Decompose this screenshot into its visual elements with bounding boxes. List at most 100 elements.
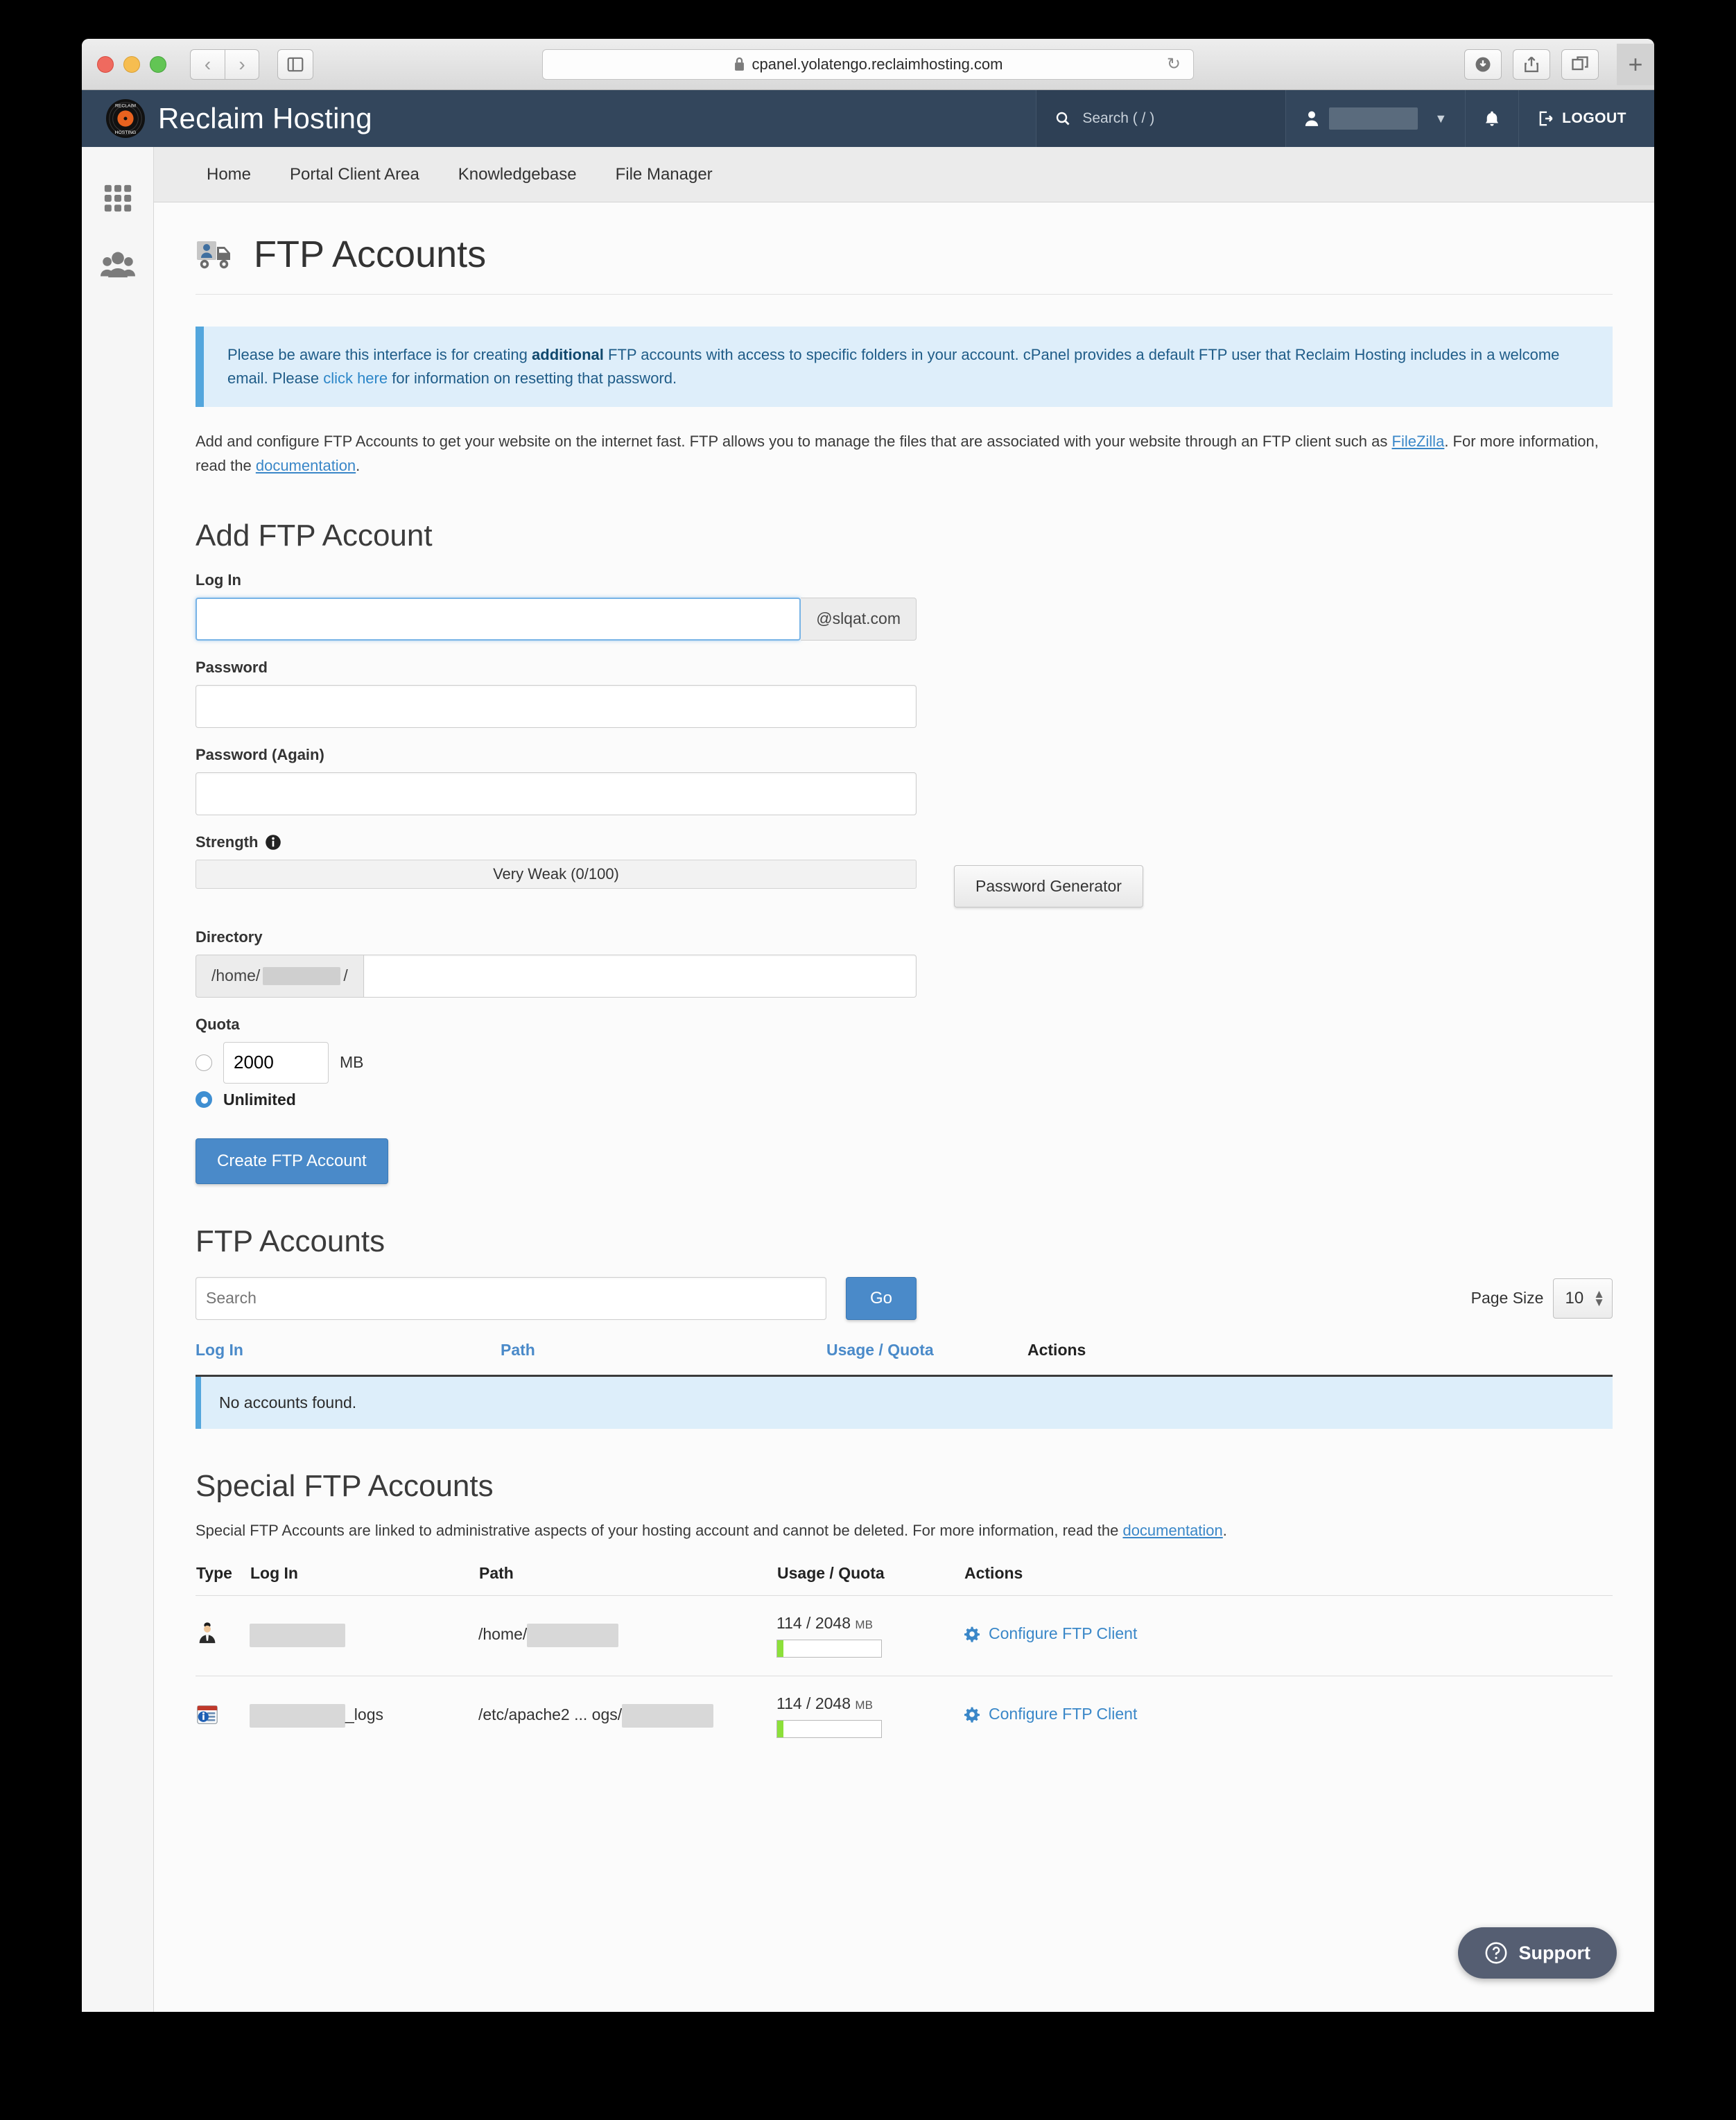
user-menu[interactable]: ▼ — [1285, 90, 1465, 147]
directory-prefix: /home/ / — [196, 954, 363, 998]
special-description: Special FTP Accounts are linked to admin… — [196, 1522, 1613, 1540]
lead-text-1: Add and configure FTP Accounts to get yo… — [196, 433, 1392, 451]
col-path[interactable]: Path — [501, 1341, 826, 1376]
primary-nav: Home Portal Client Area Knowledgebase Fi… — [82, 147, 1654, 202]
row-type-cell — [196, 1595, 250, 1676]
address-bar[interactable]: cpanel.yolatengo.reclaimhosting.com ↻ — [542, 49, 1194, 80]
table-row: _logs /etc/apache2 ... ogs/ 114 / 2048 M… — [196, 1675, 1613, 1756]
notifications-button[interactable] — [1465, 90, 1518, 147]
bell-icon — [1486, 111, 1499, 126]
quota-number-radio[interactable] — [196, 1054, 212, 1071]
logs-calendar-icon — [197, 1705, 218, 1724]
table-header-row: Log In Path Usage / Quota Actions — [196, 1341, 1613, 1376]
row-actions-cell: Configure FTP Client — [964, 1675, 1613, 1756]
support-label: Support — [1518, 1942, 1590, 1963]
row-usage-value: 114 / 2048 — [776, 1694, 851, 1712]
special-table-header-row: Type Log In Path Usage / Quota Actions — [196, 1563, 1613, 1596]
row-login-cell: _logs — [250, 1675, 478, 1756]
password-input[interactable] — [196, 684, 917, 728]
login-input[interactable] — [196, 597, 801, 641]
maximize-window-button[interactable] — [150, 55, 166, 73]
row-login-redacted — [250, 1704, 345, 1728]
browser-window: ‹ › cpanel.yolatengo.reclaimhosting.com … — [82, 39, 1654, 2012]
page-title: FTP Accounts — [196, 202, 1613, 295]
lead-text-3: . — [356, 457, 361, 475]
row-usage-fill — [777, 1720, 783, 1737]
reclaim-hosting-logo-icon: RECLAIM HOSTING — [105, 98, 146, 139]
accounts-search-go-button[interactable]: Go — [846, 1276, 917, 1320]
svg-text:HOSTING: HOSTING — [115, 130, 137, 135]
directory-input[interactable] — [363, 954, 917, 998]
row-usage-bar — [776, 1719, 882, 1738]
page-size-value: 10 — [1565, 1288, 1584, 1307]
special-documentation-link[interactable]: documentation — [1122, 1522, 1222, 1539]
share-icon — [1525, 56, 1538, 72]
login-domain-suffix: @slqat.com — [801, 597, 917, 641]
quota-unlimited-radio[interactable] — [196, 1091, 212, 1109]
share-button[interactable] — [1513, 49, 1550, 80]
page-size-stepper[interactable]: 10 ▲ ▼ — [1553, 1278, 1613, 1319]
row-path-prefix: /home/ — [478, 1625, 528, 1644]
accounts-empty-message: No accounts found. — [196, 1376, 1613, 1429]
gear-icon — [964, 1707, 980, 1723]
configure-ftp-client-label: Configure FTP Client — [989, 1705, 1138, 1723]
header-search[interactable]: Search ( / ) — [1036, 90, 1286, 147]
nav-item-home[interactable]: Home — [207, 165, 251, 184]
user-icon — [1305, 111, 1319, 126]
row-path-cell: /home/ — [478, 1595, 776, 1676]
rail-item-apps[interactable] — [82, 165, 153, 232]
info-icon[interactable] — [265, 834, 281, 851]
users-icon — [100, 252, 135, 278]
notice-click-here-link[interactable]: click here — [323, 370, 388, 387]
col-login[interactable]: Log In — [196, 1341, 501, 1376]
brand[interactable]: RECLAIM HOSTING Reclaim Hosting — [82, 98, 372, 139]
table-row: /home/ 114 / 2048 MB Configure FTP Clien… — [196, 1595, 1613, 1676]
nav-item-portal-client-area[interactable]: Portal Client Area — [290, 165, 419, 184]
user-account-icon — [199, 1622, 216, 1644]
filezilla-link[interactable]: FileZilla — [1392, 433, 1445, 450]
notice-bold: additional — [532, 346, 604, 363]
back-button[interactable]: ‹ — [190, 49, 225, 80]
col-usage-quota[interactable]: Usage / Quota — [826, 1341, 1027, 1376]
directory-prefix-home: /home/ — [211, 966, 261, 985]
info-notice: Please be aware this interface is for cr… — [196, 327, 1613, 408]
apps-grid-icon — [104, 184, 131, 212]
close-window-button[interactable] — [97, 55, 114, 73]
show-tabs-button[interactable] — [1561, 49, 1599, 80]
new-tab-button[interactable]: + — [1617, 43, 1654, 85]
configure-ftp-client-link[interactable]: Configure FTP Client — [964, 1705, 1137, 1723]
sidebar-toggle-button[interactable] — [277, 49, 313, 80]
row-usage-cell: 114 / 2048 MB — [776, 1675, 964, 1756]
question-circle-icon — [1485, 1942, 1507, 1964]
documentation-link[interactable]: documentation — [256, 457, 356, 474]
accounts-search-input[interactable] — [196, 1276, 826, 1320]
chevron-down-icon: ▼ — [1434, 111, 1448, 125]
downloads-button[interactable] — [1464, 49, 1502, 80]
quota-number-input[interactable] — [223, 1041, 329, 1084]
password-generator-button[interactable]: Password Generator — [954, 864, 1143, 907]
special-ftp-accounts-table: Type Log In Path Usage / Quota Actions /… — [196, 1563, 1613, 1756]
forward-button[interactable]: › — [225, 49, 259, 80]
support-button[interactable]: Support — [1457, 1927, 1617, 1979]
nav-item-knowledgebase[interactable]: Knowledgebase — [458, 165, 577, 184]
browser-chrome: ‹ › cpanel.yolatengo.reclaimhosting.com … — [82, 39, 1654, 90]
logout-button[interactable]: LOGOUT — [1518, 90, 1654, 147]
create-ftp-account-button[interactable]: Create FTP Account — [196, 1138, 388, 1184]
address-bar-url: cpanel.yolatengo.reclaimhosting.com — [752, 55, 1003, 73]
stepper-arrows-icon[interactable]: ▲ ▼ — [1593, 1288, 1605, 1308]
gear-icon — [964, 1626, 980, 1642]
page-title-text: FTP Accounts — [254, 234, 487, 275]
header-search-placeholder: Search ( / ) — [1082, 110, 1155, 126]
nav-item-file-manager[interactable]: File Manager — [616, 165, 713, 184]
rail-item-users[interactable] — [82, 232, 153, 298]
configure-ftp-client-label: Configure FTP Client — [989, 1624, 1138, 1643]
reload-button[interactable]: ↻ — [1167, 54, 1181, 74]
special-desc-text-2: . — [1222, 1521, 1227, 1539]
row-usage-unit: MB — [855, 1617, 873, 1631]
configure-ftp-client-link[interactable]: Configure FTP Client — [964, 1624, 1137, 1643]
minimize-window-button[interactable] — [123, 55, 140, 73]
quota-unlimited-row[interactable]: Unlimited — [196, 1091, 1613, 1109]
password-again-input[interactable] — [196, 772, 917, 815]
lock-icon — [734, 57, 745, 71]
sp-col-usage-quota: Usage / Quota — [777, 1563, 885, 1582]
